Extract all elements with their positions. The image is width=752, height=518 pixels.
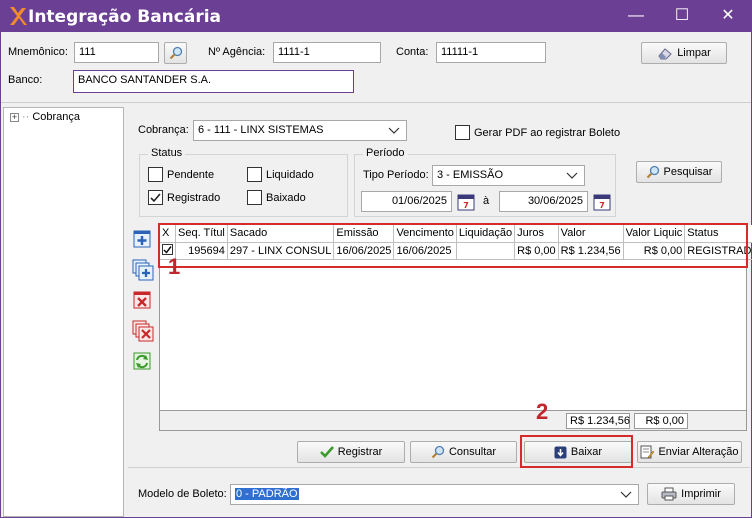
add-record-icon[interactable] bbox=[132, 229, 152, 249]
eraser-icon bbox=[657, 46, 673, 60]
registrado-checkbox-box[interactable] bbox=[148, 190, 163, 205]
pendente-checkbox-box[interactable] bbox=[148, 167, 163, 182]
maximize-button[interactable]: ☐ bbox=[659, 2, 705, 30]
cobranca-label: Cobrança: bbox=[138, 124, 189, 136]
chevron-down-icon bbox=[388, 124, 400, 136]
consultar-button[interactable]: Consultar bbox=[410, 441, 517, 463]
delete-record-icon[interactable] bbox=[132, 290, 152, 310]
window-title: Integração Bancária bbox=[28, 7, 222, 27]
magnifier-icon bbox=[646, 165, 660, 179]
footer-total-valor: R$ 1.234,56 bbox=[566, 413, 630, 429]
calendar-icon[interactable]: 7 bbox=[457, 193, 475, 211]
agencia-input[interactable]: 1111-1 bbox=[273, 42, 381, 63]
registrar-button[interactable]: Registrar bbox=[297, 441, 405, 463]
status-group-title: Status bbox=[148, 147, 186, 159]
title-bar: Integração Bancária — ☐ ✕ bbox=[0, 0, 752, 32]
liquidado-checkbox[interactable]: Liquidado bbox=[247, 167, 314, 182]
svg-text:7: 7 bbox=[599, 201, 605, 210]
liquidado-label: Liquidado bbox=[266, 168, 314, 181]
liquidado-checkbox-box[interactable] bbox=[247, 167, 262, 182]
calendar-icon[interactable]: 7 bbox=[593, 193, 611, 211]
imprimir-button[interactable]: Imprimir bbox=[647, 483, 735, 505]
consultar-label: Consultar bbox=[448, 446, 497, 458]
window-client: Mnemônico: 111 Nº Agência: 1111-1 Conta:… bbox=[1, 32, 752, 517]
svg-text:7: 7 bbox=[463, 201, 469, 210]
grid-footer: R$ 1.234,56 R$ 0,00 bbox=[160, 410, 746, 430]
periodo-group: Período Tipo Período: 3 - EMISSÃO 01/06/… bbox=[354, 147, 616, 217]
minimize-button[interactable]: — bbox=[613, 2, 659, 30]
add-multiple-records-icon[interactable] bbox=[132, 259, 154, 281]
pendente-checkbox[interactable]: Pendente bbox=[148, 167, 214, 182]
refresh-icon[interactable] bbox=[132, 351, 152, 371]
search-mnemonico-button[interactable] bbox=[164, 42, 187, 64]
delete-multiple-records-icon[interactable] bbox=[132, 320, 154, 342]
modelo-boleto-label: Modelo de Boleto: bbox=[138, 488, 227, 500]
pesquisar-label: Pesquisar bbox=[663, 166, 713, 178]
modelo-boleto-select[interactable]: 0 - PADRÃO bbox=[230, 484, 639, 505]
limpar-label: Limpar bbox=[677, 47, 711, 59]
tree-node-cobranca[interactable]: + ·· Cobrança bbox=[10, 111, 80, 123]
edit-document-icon bbox=[640, 445, 655, 459]
data-fim-input[interactable]: 30/06/2025 bbox=[499, 191, 588, 212]
enviar-alteracao-label: Enviar Alteração bbox=[658, 446, 739, 458]
baixado-checkbox-box[interactable] bbox=[247, 190, 262, 205]
pesquisar-button[interactable]: Pesquisar bbox=[636, 161, 722, 183]
chevron-down-icon bbox=[620, 488, 632, 500]
agencia-label: Nº Agência: bbox=[208, 46, 266, 58]
grid-row-highlight bbox=[158, 223, 748, 268]
actions-divider bbox=[128, 467, 750, 468]
printer-icon bbox=[661, 487, 677, 501]
magnifier-icon bbox=[169, 46, 183, 60]
checkmark-icon bbox=[150, 193, 161, 203]
close-button[interactable]: ✕ bbox=[705, 2, 751, 30]
limpar-button[interactable]: Limpar bbox=[641, 42, 727, 64]
imprimir-label: Imprimir bbox=[681, 488, 721, 500]
date-separator: à bbox=[483, 195, 490, 207]
periodo-group-title: Período bbox=[363, 147, 408, 159]
annotation-marker-2: 2 bbox=[536, 399, 549, 424]
tipo-periodo-select[interactable]: 3 - EMISSÃO bbox=[432, 165, 585, 186]
enviar-alteracao-button[interactable]: Enviar Alteração bbox=[637, 441, 742, 463]
registrar-label: Registrar bbox=[337, 446, 383, 458]
main-panel: Cobrança: 6 - 111 - LINX SISTEMAS Gerar … bbox=[128, 107, 752, 517]
baixado-checkbox[interactable]: Baixado bbox=[247, 190, 306, 205]
registrado-checkbox[interactable]: Registrado bbox=[148, 190, 220, 205]
mnemonico-label: Mnemônico: bbox=[8, 46, 68, 58]
registrado-label: Registrado bbox=[167, 191, 221, 204]
conta-input[interactable]: 11111-1 bbox=[436, 42, 546, 63]
gerar-pdf-label: Gerar PDF ao registrar Boleto bbox=[474, 126, 621, 139]
data-inicio-input[interactable]: 01/06/2025 bbox=[361, 191, 452, 212]
header-divider bbox=[1, 102, 751, 103]
expand-icon[interactable]: + bbox=[10, 112, 19, 122]
status-group: Status Pendente Liquidado Registrado Bai… bbox=[139, 147, 348, 217]
modelo-boleto-value: 0 - PADRÃO bbox=[235, 488, 299, 500]
conta-label: Conta: bbox=[396, 46, 429, 58]
gerar-pdf-checkbox[interactable]: Gerar PDF ao registrar Boleto bbox=[455, 125, 620, 140]
cobranca-select[interactable]: 6 - 111 - LINX SISTEMAS bbox=[193, 120, 407, 141]
footer-total-valor-liquido: R$ 0,00 bbox=[634, 413, 688, 429]
cobranca-select-value: 6 - 111 - LINX SISTEMAS bbox=[198, 124, 324, 136]
chevron-down-icon bbox=[566, 169, 578, 181]
tree-node-label: Cobrança bbox=[32, 111, 81, 123]
magnifier-icon bbox=[431, 445, 445, 459]
app-logo-icon bbox=[8, 5, 28, 27]
tree-view[interactable]: + ·· Cobrança bbox=[3, 107, 124, 517]
baixar-button-highlight bbox=[520, 435, 633, 468]
tipo-periodo-label: Tipo Período: bbox=[363, 169, 429, 181]
annotation-marker-1: 1 bbox=[168, 254, 181, 279]
banco-label: Banco: bbox=[8, 74, 43, 86]
banco-input[interactable]: BANCO SANTANDER S.A. bbox=[73, 70, 354, 93]
gerar-pdf-checkbox-box[interactable] bbox=[455, 125, 470, 140]
pendente-label: Pendente bbox=[167, 168, 215, 181]
tipo-periodo-value: 3 - EMISSÃO bbox=[437, 169, 504, 181]
checkmark-icon bbox=[319, 446, 334, 458]
baixado-label: Baixado bbox=[266, 191, 306, 204]
mnemonico-input[interactable]: 111 bbox=[74, 42, 159, 63]
